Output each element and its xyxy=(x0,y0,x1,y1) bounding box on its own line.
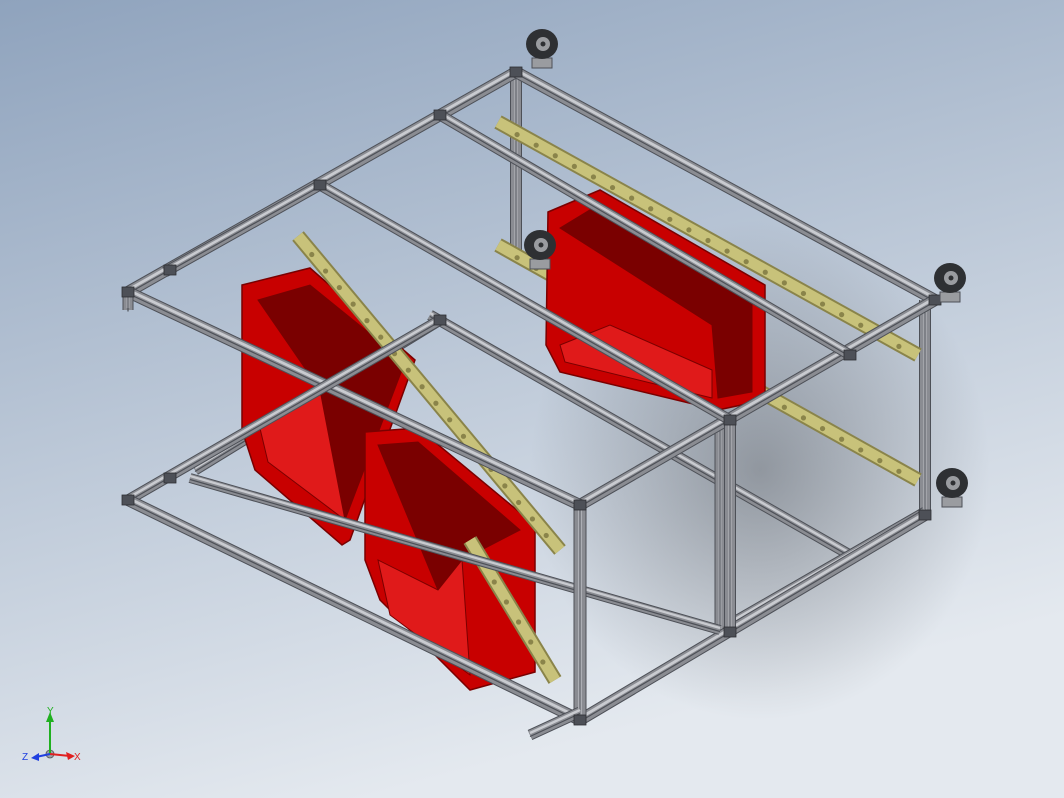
frame-corner-bracket xyxy=(573,714,587,726)
frame-corner-bracket xyxy=(928,294,942,306)
triad-x-label: X xyxy=(74,752,81,763)
model-scene[interactable]: Y X Z xyxy=(0,0,1064,798)
frame-corner-bracket xyxy=(509,66,523,78)
frame-corner-bracket xyxy=(433,109,447,121)
triad-y-label: Y xyxy=(47,706,54,717)
frame-corner-bracket xyxy=(843,349,857,361)
frame-corner-bracket xyxy=(433,314,447,326)
frame-corner-bracket xyxy=(723,414,737,426)
frame-corner-bracket xyxy=(573,499,587,511)
frame-corner-bracket xyxy=(121,286,135,298)
frame-corner-bracket xyxy=(313,179,327,191)
cad-viewport[interactable]: Y X Z xyxy=(0,0,1064,798)
frame-corner-bracket xyxy=(121,494,135,506)
triad-z-label: Z xyxy=(22,752,28,763)
frame-corner-bracket xyxy=(918,509,932,521)
frame-corner-bracket xyxy=(723,626,737,638)
frame-corner-bracket xyxy=(163,264,177,276)
frame-corner-bracket xyxy=(163,472,177,484)
